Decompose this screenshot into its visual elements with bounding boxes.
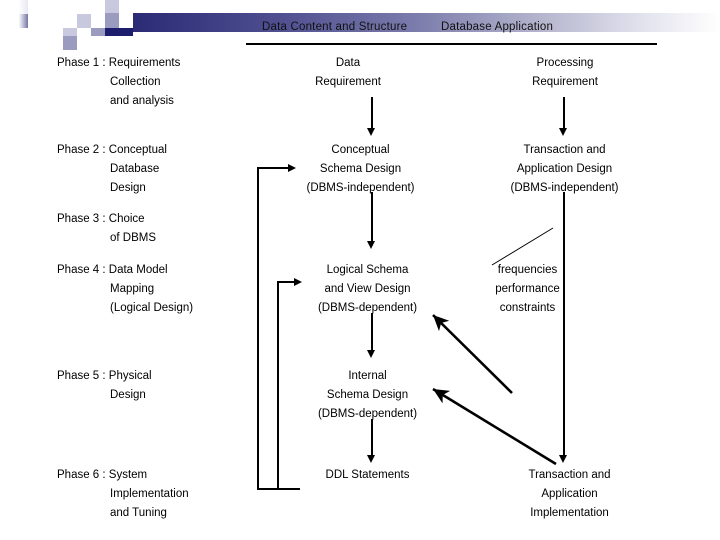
- phase-2-line-1: Phase 2 : Conceptual: [57, 144, 167, 156]
- transaction-design-line-2: Application Design: [516, 163, 613, 175]
- phase-2-line-2: Database: [110, 163, 160, 175]
- transaction-application-implementation-node: Transaction and Application Implementati…: [497, 466, 642, 523]
- arrow-data-to-conceptual-head: [367, 128, 375, 136]
- phase-4-line-1: Phase 4 : Data Model: [57, 264, 168, 276]
- arrow-transaction-to-implementation-shaft: [563, 192, 565, 457]
- mosaic-square: [91, 28, 105, 36]
- conceptual-schema-line-1: Conceptual: [331, 144, 390, 156]
- arrow-logical-to-internal-head: [367, 350, 375, 358]
- phase-3-line-1: Phase 3 : Choice: [57, 213, 145, 225]
- phase-1-line-2: Collection: [110, 76, 161, 88]
- phase-2-line-3: Design: [110, 182, 146, 194]
- feedback-loop-inner-bottom: [277, 488, 300, 490]
- arrow-logical-to-internal-shaft: [371, 313, 373, 352]
- feedback-loop-inner-arrowhead: [294, 278, 302, 286]
- arrow-transaction-to-implementation-head: [559, 455, 567, 463]
- feedback-loop-outer-arrowhead: [288, 164, 296, 172]
- transaction-application-design-node: Transaction and Application Design (DBMS…: [492, 141, 637, 198]
- phase-6-line-2: Implementation: [110, 488, 189, 500]
- internal-schema-line-1: Internal: [348, 370, 387, 382]
- logical-schema-node: Logical Schema and View Design (DBMS-dep…: [295, 261, 440, 318]
- phase-4-line-2: Mapping: [110, 283, 155, 295]
- internal-schema-node: Internal Schema Design (DBMS-dependent): [295, 367, 440, 424]
- transaction-impl-line-2: Application: [541, 488, 598, 500]
- processing-requirement-line-1: Processing: [536, 57, 594, 69]
- processing-requirement-node: Processing Requirement: [505, 54, 625, 92]
- diagonal-arrow-down-left: [432, 387, 557, 466]
- mosaic-square: [105, 0, 119, 13]
- mosaic-square: [105, 13, 119, 28]
- data-requirement-node: Data Requirement: [288, 54, 408, 92]
- transaction-impl-line-1: Transaction and: [528, 469, 611, 481]
- feedback-loop-inner-vertical: [277, 281, 279, 490]
- arrow-conceptual-to-logical-shaft: [371, 192, 373, 243]
- data-requirement-line-2: Requirement: [315, 76, 381, 88]
- feedback-loop-outer-top: [257, 167, 290, 169]
- mosaic-square: [63, 36, 77, 50]
- arrow-internal-to-ddl-head: [367, 455, 375, 463]
- phase-2-label: Phase 2 : Conceptual Database Design: [57, 141, 167, 198]
- mosaic-square: [42, 0, 56, 14]
- mosaic-fade-overlay: [0, 0, 34, 44]
- conceptual-schema-line-3: (DBMS-independent): [306, 182, 415, 194]
- phase-6-label: Phase 6 : System Implementation and Tuni…: [57, 466, 189, 523]
- transaction-impl-line-3: Implementation: [530, 507, 609, 519]
- arrow-processing-to-transaction-head: [559, 128, 567, 136]
- ddl-statements-line-1: DDL Statements: [325, 469, 410, 481]
- arrow-conceptual-to-logical-head: [367, 241, 375, 249]
- diagonal-arrow-up-left: [432, 314, 513, 394]
- slide-canvas: Data Content and Structure Database Appl…: [0, 0, 720, 540]
- logical-schema-line-2: and View Design: [324, 283, 411, 295]
- transaction-design-line-1: Transaction and: [523, 144, 606, 156]
- phase-6-line-1: Phase 6 : System: [57, 469, 148, 481]
- conceptual-schema-line-2: Schema Design: [319, 163, 402, 175]
- phase-3-label: Phase 3 : Choice of DBMS: [57, 210, 156, 248]
- phase-4-line-3: (Logical Design): [110, 302, 194, 314]
- phase-6-line-3: and Tuning: [110, 507, 167, 519]
- header-title-right: Database Application: [441, 21, 554, 33]
- phase-1-line-3: and analysis: [110, 95, 174, 107]
- ddl-statements-node: DDL Statements: [295, 466, 440, 485]
- phase-1-line-1: Phase 1 : Requirements: [57, 57, 181, 69]
- phase-5-line-2: Design: [110, 389, 146, 401]
- conceptual-schema-design-node: Conceptual Schema Design (DBMS-independe…: [288, 141, 433, 198]
- logical-schema-line-1: Logical Schema: [326, 264, 409, 276]
- internal-schema-line-3: (DBMS-dependent): [317, 408, 418, 420]
- phase-5-label: Phase 5 : Physical Design: [57, 367, 152, 405]
- processing-requirement-line-2: Requirement: [532, 76, 598, 88]
- phase-4-label: Phase 4 : Data Model Mapping (Logical De…: [57, 261, 193, 318]
- mosaic-square: [77, 14, 91, 28]
- internal-schema-line-2: Schema Design: [326, 389, 409, 401]
- annotation-leader-line: [491, 227, 554, 266]
- gradient-bar: [133, 13, 720, 32]
- arrow-processing-to-transaction-shaft: [563, 97, 565, 130]
- feedback-loop-outer-bottom: [257, 488, 277, 490]
- mosaic-square: [56, 0, 70, 14]
- logical-schema-line-3: (DBMS-dependent): [317, 302, 418, 314]
- mosaic-square: [105, 28, 133, 36]
- phase-3-line-2: of DBMS: [110, 232, 157, 244]
- mosaic-square: [63, 28, 77, 36]
- phase-5-line-1: Phase 5 : Physical: [57, 370, 152, 382]
- header-title-left: Data Content and Structure: [262, 21, 408, 33]
- data-requirement-line-1: Data: [335, 57, 361, 69]
- arrow-data-to-conceptual-shaft: [371, 97, 373, 130]
- header-divider: [246, 43, 657, 45]
- arrow-internal-to-ddl-shaft: [371, 419, 373, 457]
- phase-1-label: Phase 1 : Requirements Collection and an…: [57, 54, 180, 111]
- mosaic-square: [56, 14, 70, 28]
- feedback-loop-outer-vertical: [257, 167, 259, 490]
